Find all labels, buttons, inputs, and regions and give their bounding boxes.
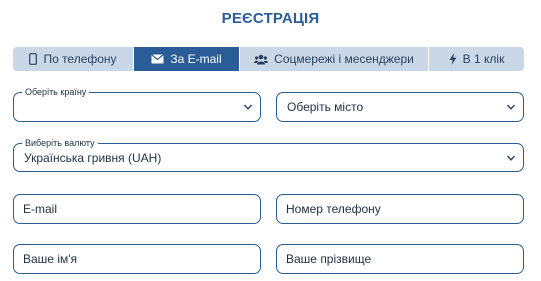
country-select[interactable]: Оберіть країну <box>13 86 261 122</box>
currency-value: Українська гривня (UAH) <box>24 150 162 165</box>
city-select[interactable]: Оберіть місто <box>276 92 524 122</box>
chevron-down-icon <box>243 104 253 110</box>
phone-icon <box>29 53 38 65</box>
page-title: РЕЄСТРАЦІЯ <box>221 10 320 27</box>
tab-social-networks[interactable]: Соцмережі і месенджери <box>240 47 429 71</box>
email-field[interactable] <box>13 194 261 224</box>
tab-by-email[interactable]: За E-mail <box>134 47 240 71</box>
envelope-icon <box>151 54 165 64</box>
tab-one-click[interactable]: В 1 клік <box>429 47 524 71</box>
tab-label: За E-mail <box>170 52 222 66</box>
users-icon <box>254 54 269 65</box>
chevron-down-icon <box>506 104 516 110</box>
phone-field[interactable] <box>276 194 524 224</box>
tab-label: Соцмережі і месенджери <box>274 52 414 66</box>
country-legend: Оберіть країну <box>22 86 90 98</box>
lightning-icon <box>449 53 457 65</box>
tab-label: По телефону <box>43 52 117 66</box>
first-name-field[interactable] <box>13 244 261 274</box>
currency-select[interactable]: Виберіть валюту Українська гривня (UAH) <box>13 137 524 172</box>
last-name-field[interactable] <box>276 244 524 274</box>
chevron-down-icon <box>506 155 516 161</box>
tab-label: В 1 клік <box>462 52 505 66</box>
tab-by-phone[interactable]: По телефону <box>13 47 134 71</box>
registration-tabs: По телефону За E-mail Соцмережі і месенд… <box>13 47 524 71</box>
city-value: Оберіть місто <box>287 100 364 114</box>
